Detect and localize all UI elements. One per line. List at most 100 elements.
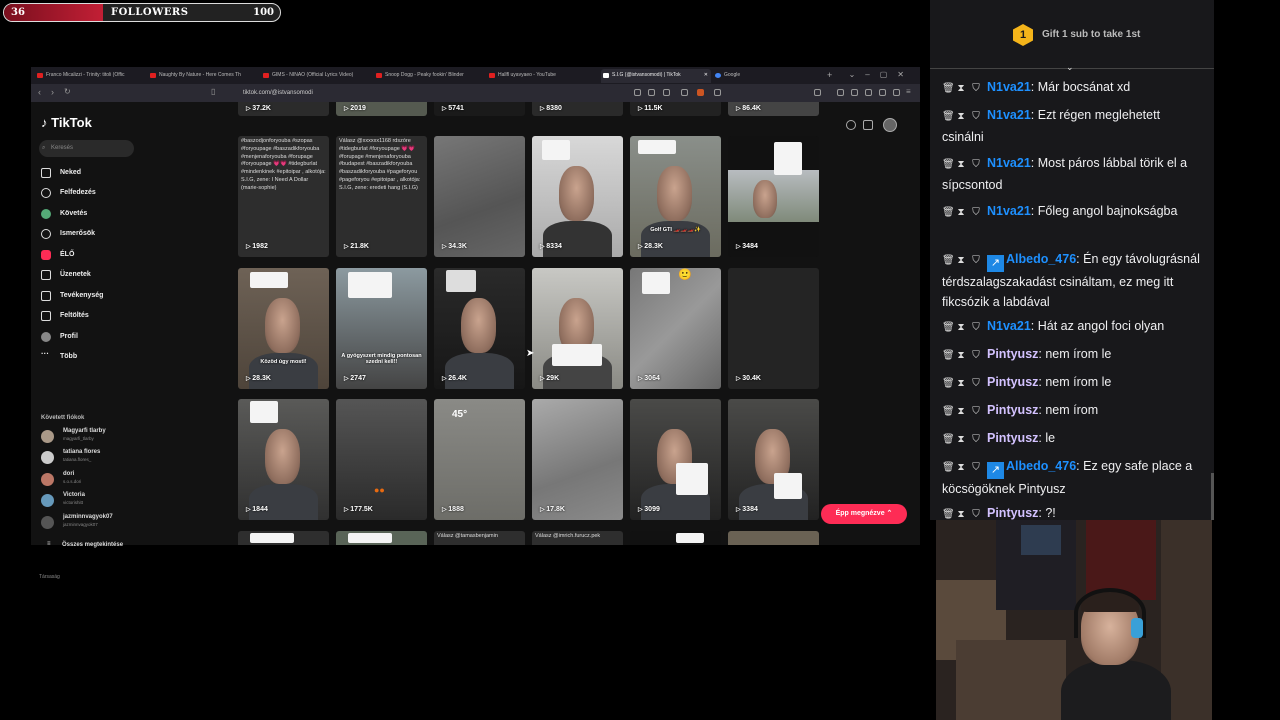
chat-username[interactable]: Pintyusz: [987, 375, 1038, 389]
trash-icon[interactable]: 🗑: [942, 505, 955, 520]
video-thumb[interactable]: 3384: [728, 399, 819, 520]
timeout-icon[interactable]: ⧗: [957, 346, 965, 366]
nav-live[interactable]: ÉLŐ: [41, 249, 74, 261]
video-thumb[interactable]: 5741: [434, 102, 525, 116]
extension-icon[interactable]: [814, 89, 821, 96]
extension-icon[interactable]: [851, 89, 858, 96]
video-thumb[interactable]: 11.5K: [630, 102, 721, 116]
chat-username[interactable]: Pintyusz: [987, 431, 1038, 445]
browser-tab[interactable]: Snoop Dogg - Peaky fookin' Blinder: [374, 69, 479, 83]
video-thumb[interactable]: 29K: [532, 268, 623, 389]
shield-icon[interactable]: ⛉: [972, 374, 980, 394]
video-thumb[interactable]: [630, 531, 721, 545]
extension-icon[interactable]: [879, 89, 886, 96]
timeout-icon[interactable]: ⧗: [957, 251, 965, 271]
browser-tab[interactable]: Hallfl uyavyaeo - YouTube: [487, 69, 592, 83]
video-thumb[interactable]: ●● 177.5K: [336, 399, 427, 520]
timeout-icon[interactable]: ⧗: [957, 458, 965, 478]
timeout-icon[interactable]: ⧗: [957, 430, 965, 450]
nav-activity[interactable]: Tevékenység: [41, 290, 103, 302]
shield-icon[interactable]: ⛉: [972, 203, 980, 223]
new-tab-icon[interactable]: +: [827, 70, 832, 80]
timeout-icon[interactable]: ⧗: [957, 107, 965, 127]
extension-icon[interactable]: [837, 89, 844, 96]
company-link[interactable]: Társaság: [39, 574, 60, 580]
timeout-icon[interactable]: ⧗: [957, 374, 965, 394]
url-input[interactable]: tiktok.com/@istvansomodi: [223, 88, 643, 99]
trash-icon[interactable]: 🗑: [942, 155, 955, 175]
chat-username[interactable]: Albedo_476: [1006, 252, 1076, 266]
extension-icon[interactable]: [663, 89, 670, 96]
chat-scrollbar[interactable]: [1211, 473, 1214, 520]
chat-username[interactable]: N1va21: [987, 80, 1031, 94]
chat-username[interactable]: N1va21: [987, 108, 1031, 122]
nav-more[interactable]: ··· Több: [41, 349, 77, 363]
currently-watching-button[interactable]: Épp megnézve ⌃: [821, 504, 907, 524]
trash-icon[interactable]: 🗑: [942, 251, 955, 271]
chevron-down-icon[interactable]: ⌄: [1066, 62, 1074, 73]
nav-for-you[interactable]: Neked: [41, 167, 81, 179]
video-thumb[interactable]: A gyógyszert mindig pontosan szedni kell…: [336, 268, 427, 389]
shield-icon[interactable]: ⛉: [972, 458, 980, 478]
profile-avatar-icon[interactable]: [883, 118, 897, 132]
trash-icon[interactable]: 🗑: [942, 374, 955, 394]
nav-upload[interactable]: Feltöltés: [41, 310, 89, 322]
chat-username[interactable]: N1va21: [987, 204, 1031, 218]
shield-icon[interactable]: ⛉: [972, 430, 980, 450]
shield-icon[interactable]: ⛉: [972, 505, 980, 520]
video-thumb[interactable]: [728, 531, 819, 545]
video-thumb[interactable]: 🙂 3064: [630, 268, 721, 389]
video-thumb[interactable]: 37.2K: [238, 102, 329, 116]
gift-sub-banner[interactable]: 1 Gift 1 sub to take 1st: [930, 0, 1214, 60]
browser-tab[interactable]: Google: [713, 69, 813, 83]
extension-icon[interactable]: [681, 89, 688, 96]
nav-following[interactable]: Követés: [41, 208, 87, 220]
shield-icon[interactable]: ⛉: [972, 346, 980, 366]
chat-username[interactable]: Albedo_476: [1006, 459, 1076, 473]
timeout-icon[interactable]: ⧗: [957, 505, 965, 520]
brave-shield-icon[interactable]: [697, 89, 704, 96]
video-thumb[interactable]: 26.4K: [434, 268, 525, 389]
notification-icon[interactable]: [846, 120, 856, 130]
extension-icon[interactable]: [714, 89, 721, 96]
video-thumb[interactable]: 8380: [532, 102, 623, 116]
inbox-icon[interactable]: [863, 120, 873, 130]
trash-icon[interactable]: 🗑: [942, 430, 955, 450]
menu-icon[interactable]: ≡: [906, 87, 911, 96]
window-controls[interactable]: ⌄–▢✕: [849, 70, 914, 79]
video-thumb[interactable]: #baszodjonforyouba #szopas #foryoupage #…: [238, 136, 329, 257]
timeout-icon[interactable]: ⧗: [957, 155, 965, 175]
video-thumb[interactable]: Válasz @xxxxxx1168 rdszóre #tidegburlat …: [336, 136, 427, 257]
video-thumb[interactable]: [336, 531, 427, 545]
shield-icon[interactable]: ⛉: [972, 155, 980, 175]
trash-icon[interactable]: 🗑: [942, 346, 955, 366]
video-thumb[interactable]: 86.4K: [728, 102, 819, 116]
nav-friends[interactable]: Ismerősök: [41, 228, 95, 240]
back-icon[interactable]: ‹: [38, 87, 41, 97]
chat-username[interactable]: Pintyusz: [987, 347, 1038, 361]
video-thumb[interactable]: 30.4K: [728, 268, 819, 389]
chat-username[interactable]: Pintyusz: [987, 403, 1038, 417]
nav-explore[interactable]: Felfedezés: [41, 187, 96, 199]
extension-icon[interactable]: [865, 89, 872, 96]
browser-tab[interactable]: Franco Micalizzi - Trinity: titoli (Offi…: [35, 69, 140, 83]
nav-profile[interactable]: Profil: [41, 331, 78, 343]
reload-icon[interactable]: ↻: [64, 87, 71, 96]
shield-icon[interactable]: ⛉: [972, 402, 980, 422]
tiktok-logo[interactable]: ♪ TikTok: [41, 115, 92, 130]
timeout-icon[interactable]: ⧗: [957, 318, 965, 338]
shield-icon[interactable]: ⛉: [972, 251, 980, 271]
timeout-icon[interactable]: ⧗: [957, 203, 965, 223]
extension-icon[interactable]: [648, 89, 655, 96]
bookmark-icon[interactable]: ▯: [211, 87, 215, 96]
timeout-icon[interactable]: ⧗: [957, 79, 965, 99]
video-thumb[interactable]: 1844: [238, 399, 329, 520]
extension-icon[interactable]: [634, 89, 641, 96]
extension-icon[interactable]: [893, 89, 900, 96]
trash-icon[interactable]: 🗑: [942, 318, 955, 338]
search-input[interactable]: ⌕ Keresés: [39, 140, 134, 157]
trash-icon[interactable]: 🗑: [942, 107, 955, 127]
video-thumb[interactable]: 45° 1888: [434, 399, 525, 520]
browser-tab-active[interactable]: S.I.G (@istvansomodi) | TikTok ✕: [601, 69, 711, 83]
video-thumb[interactable]: 3484: [728, 136, 819, 257]
